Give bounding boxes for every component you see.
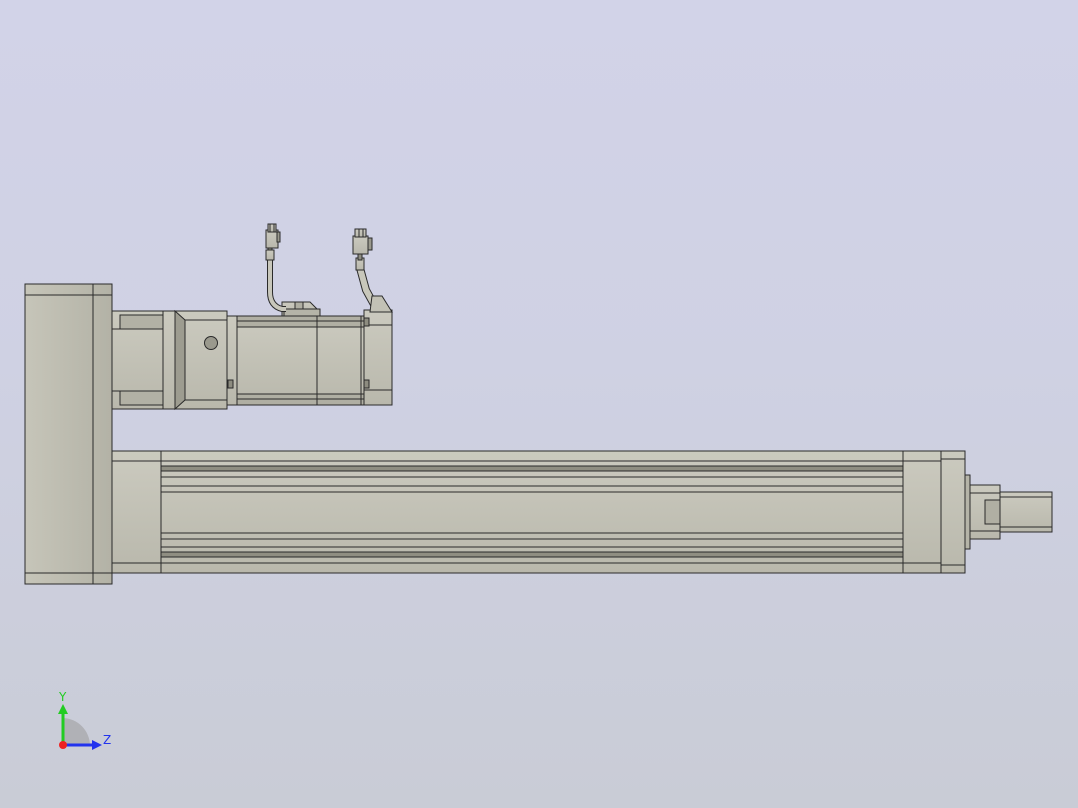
model-view[interactable]: Y Z: [0, 0, 1078, 808]
gearbox[interactable]: [111, 309, 238, 411]
left-cable-connector-icon: [265, 229, 279, 249]
right-cable-connector-icon: [352, 235, 369, 255]
y-axis-label: Y: [58, 690, 67, 704]
z-axis-label: Z: [103, 733, 111, 747]
servo-motor[interactable]: [236, 301, 393, 406]
actuator-body[interactable]: [111, 450, 966, 574]
x-axis-icon: [59, 741, 67, 749]
base-plate[interactable]: [24, 283, 113, 585]
motor-cable-left[interactable]: [265, 223, 286, 312]
orientation-triad: Y Z: [58, 690, 111, 750]
assembly[interactable]: [24, 223, 1053, 585]
gearbox-bolt-icon: [204, 336, 218, 350]
cad-viewport[interactable]: Y Z: [0, 0, 1078, 808]
motor-cable-right[interactable]: [352, 228, 393, 313]
triad-plane-icon: [63, 718, 90, 745]
rod-end[interactable]: [964, 474, 1053, 550]
